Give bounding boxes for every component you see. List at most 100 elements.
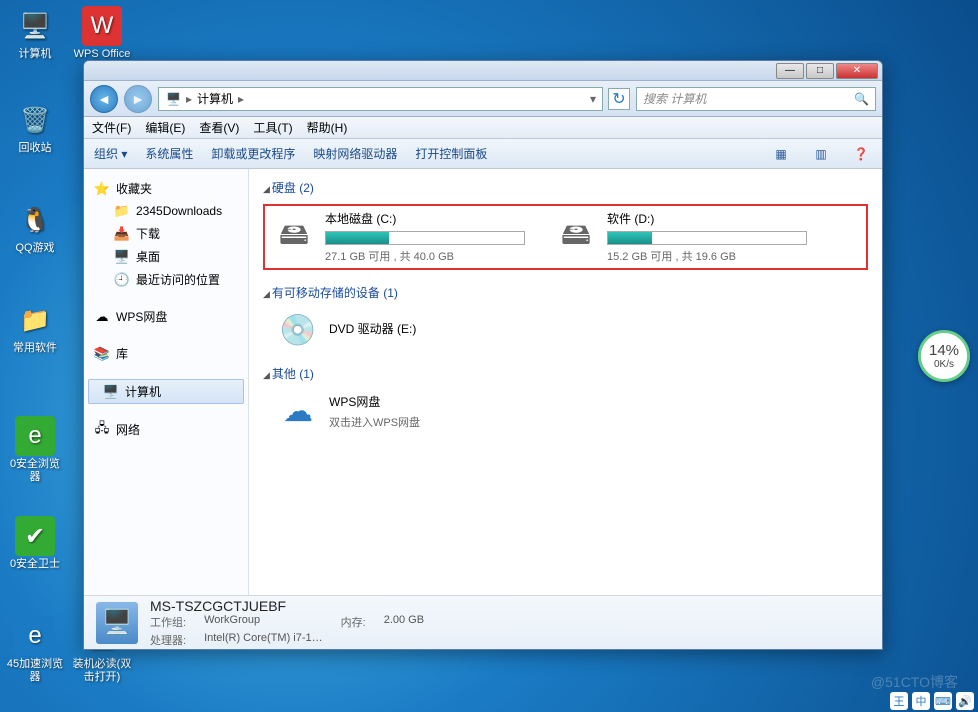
folder-icon: 🖥️ [114, 249, 130, 265]
computer-icon: 🖥️ [96, 602, 138, 644]
desktop-icon[interactable]: e0安全浏览器 [5, 416, 65, 484]
icon-label: 0安全浏览器 [5, 458, 65, 484]
computer-icon: 🖥️ [103, 384, 119, 400]
menu-item[interactable]: 编辑(E) [145, 119, 185, 136]
icon-label: 装机必读(双击打开) [72, 658, 132, 684]
breadcrumb-icon: 🖥️ [163, 92, 184, 106]
desktop-icon[interactable]: 🗑️回收站 [5, 100, 65, 155]
sidebar-item[interactable]: 📁2345Downloads [84, 200, 248, 222]
sidebar-item-label: 下载 [136, 225, 160, 242]
star-icon: ⭐ [94, 181, 110, 197]
desktop-icon[interactable]: ✔ 0安全卫士 [5, 516, 65, 571]
desktop-icon[interactable]: WWPS Office [72, 6, 132, 61]
category-other[interactable]: ◢其他 (1) [263, 365, 868, 382]
chevron-right-icon: ▸ [236, 92, 246, 106]
collapse-icon: ◢ [263, 289, 270, 299]
icon-label: 常用软件 [5, 342, 65, 355]
system-tray: 王中⌨🔊 [890, 692, 974, 710]
usage-bar [325, 231, 525, 245]
breadcrumb-computer[interactable]: 计算机 [194, 90, 236, 107]
drive-space: 15.2 GB 可用 , 共 19.6 GB [607, 248, 807, 264]
dvd-drive[interactable]: 💿 DVD 驱动器 (E:) [277, 309, 529, 351]
tray-icon[interactable]: 🔊 [956, 692, 974, 710]
preview-button[interactable]: ▥ [810, 144, 832, 164]
desktop-icon[interactable]: 📁 常用软件 [5, 300, 65, 355]
library-icon: 📚 [94, 346, 110, 362]
window-body: ⭐收藏夹 📁2345Downloads📥下载🖥️桌面🕘最近访问的位置 ☁WPS网… [84, 169, 882, 595]
view-button[interactable]: ▦ [770, 144, 792, 164]
sidebar-favorites[interactable]: ⭐收藏夹 [84, 177, 248, 200]
search-placeholder: 搜索 计算机 [643, 90, 706, 107]
usage-bar [607, 231, 807, 245]
toolbar: 组织 ▾ 系统属性 卸载或更改程序 映射网络驱动器 打开控制面板 ▦ ▥ ❓ [84, 139, 882, 169]
help-button[interactable]: ❓ [850, 144, 872, 164]
sidebar-libraries[interactable]: 📚库 [84, 342, 248, 365]
details-pane: 🖥️ MS-TSZCGCTJUEBF 工作组: WorkGroup 内存: 2.… [84, 595, 882, 649]
sidebar-item[interactable]: 📥下载 [84, 222, 248, 245]
app-icon: 🗑️ [15, 100, 55, 140]
category-hdd[interactable]: ◢硬盘 (2) [263, 179, 868, 196]
computer-name: MS-TSZCGCTJUEBF [150, 598, 424, 614]
tray-icon[interactable]: 中 [912, 692, 930, 710]
app-icon: e [15, 616, 55, 656]
minimize-button[interactable]: — [776, 63, 804, 79]
app-icon: 📁 [15, 300, 55, 340]
sidebar-wps[interactable]: ☁WPS网盘 [84, 305, 248, 328]
drive-name: 本地磁盘 (C:) [325, 210, 525, 227]
sidebar-item-label: 2345Downloads [136, 204, 222, 218]
sidebar-network[interactable]: 🖧网络 [84, 418, 248, 441]
wps-disk[interactable]: ☁ WPS网盘 双击进入WPS网盘 [277, 390, 529, 432]
icon-label: 0安全卫士 [5, 558, 65, 571]
tray-icon[interactable]: 王 [890, 692, 908, 710]
toolbar-item[interactable]: 系统属性 [145, 145, 193, 162]
tray-icon[interactable]: ⌨ [934, 692, 952, 710]
search-icon[interactable]: 🔍 [854, 92, 869, 106]
category-removable[interactable]: ◢有可移动存储的设备 (1) [263, 284, 868, 301]
menu-item[interactable]: 文件(F) [92, 119, 131, 136]
toolbar-item[interactable]: 映射网络驱动器 [313, 145, 397, 162]
hard-drive[interactable]: 🖴 软件 (D:) 15.2 GB 可用 , 共 19.6 GB [555, 210, 807, 264]
hdd-icon: 🖴 [273, 216, 315, 258]
cpu-label: 处理器: [150, 632, 186, 648]
desktop-icon[interactable]: 🐧QQ游戏 [5, 200, 65, 255]
hard-drive[interactable]: 🖴 本地磁盘 (C:) 27.1 GB 可用 , 共 40.0 GB [273, 210, 525, 264]
cloud-icon: ☁ [277, 390, 319, 432]
refresh-button[interactable]: ↻ [608, 88, 630, 110]
menu-item[interactable]: 帮助(H) [307, 119, 348, 136]
cloud-icon: ☁ [94, 309, 110, 325]
drive-name: 软件 (D:) [607, 210, 807, 227]
forward-button[interactable]: ► [124, 85, 152, 113]
app-icon: ✔ [15, 516, 55, 556]
folder-icon: 🕘 [114, 272, 130, 288]
cpu-value: Intel(R) Core(TM) i7-1… [204, 632, 323, 648]
dvd-icon: 💿 [277, 309, 319, 351]
speed-widget[interactable]: 14% 0K/s [918, 330, 970, 382]
drive-name: WPS网盘 [329, 393, 529, 410]
workgroup-label: 工作组: [150, 614, 186, 630]
speed-percent: 14% [929, 342, 959, 359]
app-icon: 🐧 [15, 200, 55, 240]
toolbar-item[interactable]: 打开控制面板 [415, 145, 487, 162]
search-input[interactable]: 搜索 计算机 🔍 [636, 87, 876, 111]
sidebar-item[interactable]: 🕘最近访问的位置 [84, 268, 248, 291]
toolbar-item[interactable]: 组织 ▾ [94, 145, 127, 162]
desktop-icon[interactable]: e45加速浏览器 [5, 616, 65, 684]
sidebar-computer[interactable]: 🖥️计算机 [88, 379, 244, 404]
maximize-button[interactable]: □ [806, 63, 834, 79]
chevron-right-icon: ▸ [184, 92, 194, 106]
sidebar-item[interactable]: 🖥️桌面 [84, 245, 248, 268]
close-button[interactable]: ✕ [836, 63, 878, 79]
app-icon: 🖥️ [15, 6, 55, 46]
menu-item[interactable]: 工具(T) [253, 119, 292, 136]
menu-item[interactable]: 查看(V) [199, 119, 239, 136]
drive-space: 27.1 GB 可用 , 共 40.0 GB [325, 248, 525, 264]
titlebar: — □ ✕ [84, 61, 882, 81]
address-bar[interactable]: 🖥️ ▸ 计算机 ▸ ▾ [158, 87, 603, 111]
dropdown-icon[interactable]: ▾ [588, 92, 598, 106]
drive-name: DVD 驱动器 (E:) [329, 320, 529, 337]
back-button[interactable]: ◄ [90, 85, 118, 113]
watermark: @51CTO博客 [871, 672, 958, 692]
desktop-icon[interactable]: 🖥️计算机 [5, 6, 65, 61]
toolbar-item[interactable]: 卸载或更改程序 [211, 145, 295, 162]
workgroup-value: WorkGroup [204, 614, 323, 630]
